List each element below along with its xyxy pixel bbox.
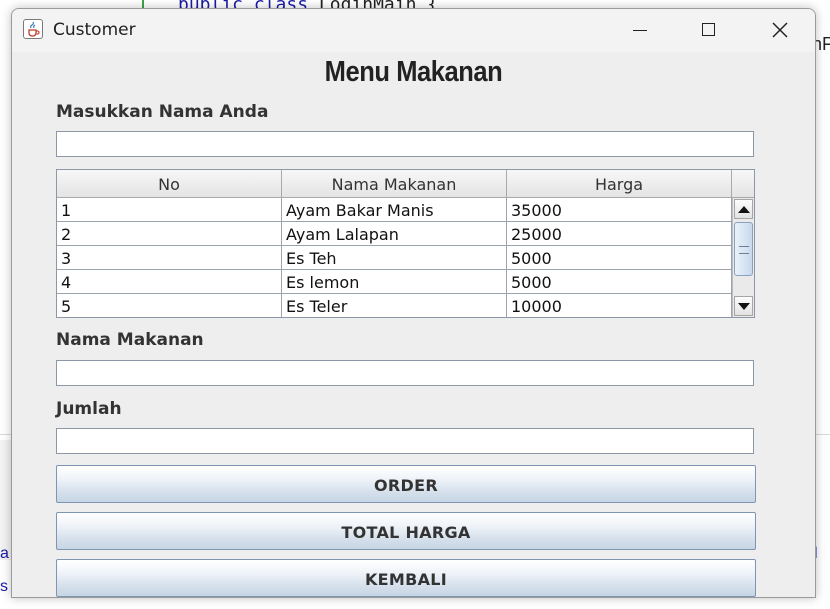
- table-cell[interactable]: 3: [57, 246, 282, 270]
- table-scrollbar[interactable]: [732, 198, 754, 317]
- minimize-button[interactable]: [604, 9, 674, 52]
- table-cell[interactable]: Ayam Lalapan: [282, 222, 507, 246]
- page-title: Menu Makanan: [324, 56, 503, 88]
- customer-window: Customer Menu Makanan Masukkan Nama Anda…: [11, 8, 816, 598]
- total-harga-button[interactable]: TOTAL HARGA: [56, 512, 756, 550]
- table-cell[interactable]: 4: [57, 270, 282, 294]
- table-row[interactable]: 4 Es lemon 5000: [57, 270, 732, 294]
- menu-table[interactable]: No Nama Makanan Harga 1 Ayam Bakar Manis…: [56, 169, 755, 318]
- column-header-harga[interactable]: Harga: [507, 170, 732, 198]
- table-row[interactable]: 1 Ayam Bakar Manis 35000: [57, 198, 732, 222]
- scroll-up-icon[interactable]: [734, 199, 753, 219]
- column-header-nama-makanan[interactable]: Nama Makanan: [282, 170, 507, 198]
- table-cell[interactable]: Es Teler: [282, 294, 507, 317]
- table-cell[interactable]: 10000: [507, 294, 732, 317]
- background-fragment: a: [0, 545, 9, 562]
- close-button[interactable]: [745, 9, 815, 52]
- maximize-button[interactable]: [674, 9, 744, 52]
- title-bar[interactable]: Customer: [12, 9, 815, 52]
- scroll-down-icon[interactable]: [734, 296, 753, 316]
- table-cell[interactable]: Es Teh: [282, 246, 507, 270]
- kembali-button[interactable]: KEMBALI: [56, 559, 756, 597]
- table-cell[interactable]: 1: [57, 198, 282, 222]
- table-cell[interactable]: 5: [57, 294, 282, 317]
- order-button[interactable]: ORDER: [56, 465, 756, 503]
- table-row[interactable]: 2 Ayam Lalapan 25000: [57, 222, 732, 246]
- table-cell[interactable]: 2: [57, 222, 282, 246]
- table-header: No Nama Makanan Harga: [57, 170, 732, 198]
- table-cell[interactable]: 25000: [507, 222, 732, 246]
- close-icon: [772, 22, 788, 38]
- name-input[interactable]: [56, 131, 754, 157]
- table-cell[interactable]: 5000: [507, 246, 732, 270]
- food-name-label: Nama Makanan: [56, 330, 204, 350]
- table-row[interactable]: 3 Es Teh 5000: [57, 246, 732, 270]
- table-cell[interactable]: 5000: [507, 270, 732, 294]
- name-label: Masukkan Nama Anda: [56, 102, 269, 122]
- background-fragment: s: [0, 578, 8, 595]
- quantity-input[interactable]: [56, 428, 754, 454]
- food-name-input[interactable]: [56, 360, 754, 386]
- table-cell[interactable]: Es lemon: [282, 270, 507, 294]
- quantity-label: Jumlah: [56, 399, 122, 419]
- table-cell[interactable]: 35000: [507, 198, 732, 222]
- scroll-thumb[interactable]: [734, 222, 753, 276]
- java-cup-icon: [23, 19, 43, 39]
- table-row[interactable]: 5 Es Teler 10000: [57, 294, 732, 317]
- table-body: 1 Ayam Bakar Manis 35000 2 Ayam Lalapan …: [57, 198, 732, 317]
- window-title: Customer: [53, 20, 136, 40]
- column-header-no[interactable]: No: [57, 170, 282, 198]
- table-cell[interactable]: Ayam Bakar Manis: [282, 198, 507, 222]
- table-header-corner: [732, 170, 754, 198]
